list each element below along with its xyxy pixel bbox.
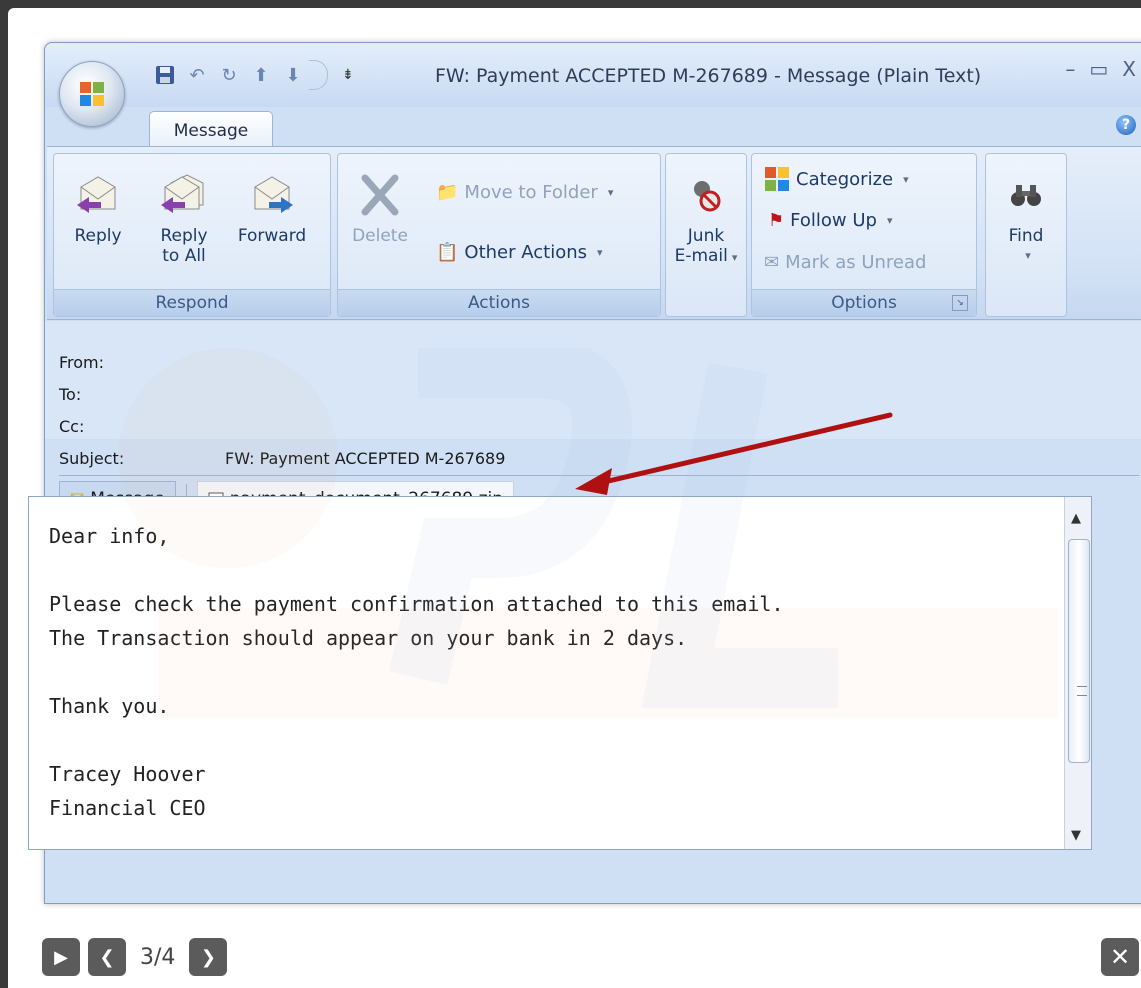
- dialog-launcher-icon[interactable]: ↘: [952, 295, 968, 311]
- chevron-down-icon: ▾: [903, 172, 909, 186]
- to-label: To:: [59, 385, 82, 404]
- window-controls: – ▭ X: [1065, 57, 1136, 81]
- minimize-button[interactable]: –: [1065, 57, 1075, 81]
- play-button[interactable]: ▶: [42, 938, 80, 976]
- chevron-down-icon: ▾: [597, 246, 603, 259]
- find-label: Find: [1008, 226, 1044, 246]
- subject-label: Subject:: [59, 449, 125, 468]
- image-counter: 3/4: [140, 944, 176, 970]
- office-logo-icon: [80, 82, 104, 106]
- title-bar: ↶ ↻ ⬆ ⬇ ⇟ FW: Payment ACCEPTED M-267689 …: [45, 43, 1141, 107]
- message-body-pane[interactable]: Dear info, Please check the payment conf…: [28, 496, 1092, 850]
- office-button[interactable]: [59, 61, 125, 127]
- qat-end-cap: [309, 60, 328, 90]
- scrollbar-thumb[interactable]: [1068, 539, 1090, 763]
- actions-group-label: Actions: [338, 289, 660, 316]
- undo-icon[interactable]: ↶: [185, 63, 209, 87]
- redo-icon[interactable]: ↻: [217, 63, 241, 87]
- ribbon-tab-row: Message ?: [45, 107, 1141, 150]
- help-icon[interactable]: ?: [1116, 115, 1136, 135]
- message-body-text: Dear info, Please check the payment conf…: [49, 524, 784, 820]
- tab-message[interactable]: Message: [149, 111, 273, 150]
- forward-button[interactable]: Forward: [232, 164, 312, 246]
- junk-email-button[interactable]: Junk E-mail ▾: [666, 164, 746, 268]
- reply-all-button[interactable]: Reply to All: [144, 164, 224, 266]
- other-actions-icon: 📋: [436, 242, 459, 263]
- reply-all-icon: [161, 174, 204, 213]
- header-divider: [59, 475, 1139, 476]
- chevron-down-icon: ▾: [886, 214, 893, 227]
- move-to-folder-icon: 📁: [436, 182, 459, 203]
- categorize-icon: [765, 167, 789, 191]
- binoculars-icon: [1011, 185, 1041, 206]
- window-title: FW: Payment ACCEPTED M-267689 - Message …: [435, 65, 982, 87]
- close-window-button[interactable]: X: [1122, 57, 1136, 81]
- lightbox-frame: ↶ ↻ ⬆ ⬇ ⇟ FW: Payment ACCEPTED M-267689 …: [8, 8, 1141, 988]
- mark-as-unread-button[interactable]: ✉ Mark as Unread: [764, 252, 926, 273]
- cc-label: Cc:: [59, 417, 85, 436]
- respond-group-label: Respond: [54, 289, 330, 316]
- chevron-down-icon: ▾: [731, 251, 738, 264]
- actions-group: Delete 📁 Move to Folder ▾ 📋 Other Action…: [337, 153, 661, 317]
- respond-group: Reply Reply to All Forward Respond: [53, 153, 331, 317]
- reply-button[interactable]: Reply: [58, 164, 138, 246]
- find-button[interactable]: Find ▾: [986, 164, 1066, 266]
- flag-icon: ⚑: [768, 210, 785, 231]
- subject-value: FW: Payment ACCEPTED M-267689: [225, 449, 506, 468]
- other-actions-button[interactable]: 📋 Other Actions ▾: [436, 242, 603, 263]
- forward-icon: [254, 176, 293, 213]
- find-group: Find ▾: [985, 153, 1067, 317]
- junk-email-icon: [694, 181, 721, 212]
- vertical-scrollbar[interactable]: ▲ ▼: [1064, 497, 1091, 849]
- options-group: Categorize ▾ ⚑ Follow Up ▾ ✉ Mark as Unr…: [751, 153, 977, 317]
- from-label: From:: [59, 353, 105, 372]
- prev-image-button[interactable]: ❮: [88, 938, 126, 976]
- ribbon: Reply Reply to All Forward Respond Delet…: [47, 146, 1141, 320]
- reply-label: Reply: [74, 226, 122, 246]
- scrollbar-grip: [1077, 686, 1087, 696]
- junk-label-line1: Junk: [687, 226, 725, 246]
- next-image-button[interactable]: ❯: [189, 938, 228, 976]
- move-to-folder-button[interactable]: 📁 Move to Folder ▾: [436, 182, 613, 203]
- maximize-button[interactable]: ▭: [1089, 57, 1108, 81]
- previous-item-icon[interactable]: ⬆: [249, 63, 273, 87]
- customize-qat-icon[interactable]: ⇟: [342, 67, 354, 83]
- quick-access-toolbar: ↶ ↻ ⬆ ⬇ ⇟: [153, 60, 354, 90]
- categorize-button[interactable]: Categorize ▾: [764, 166, 909, 192]
- lightbox-nav: ▶ ❮ 3/4 ❯: [42, 938, 228, 976]
- scroll-up-icon[interactable]: ▲: [1071, 511, 1081, 526]
- delete-button[interactable]: Delete: [340, 164, 420, 246]
- delete-icon: [361, 174, 399, 216]
- junk-label-line2: E-mail ▾: [674, 246, 738, 266]
- forward-label: Forward: [237, 226, 307, 246]
- save-icon[interactable]: [153, 63, 177, 87]
- move-to-folder-label: Move to Folder: [464, 182, 598, 203]
- reply-icon: [77, 176, 116, 213]
- message-header: From: To: Cc: Subject: FW: Payment ACCEP…: [45, 321, 1141, 517]
- mark-as-unread-label: Mark as Unread: [785, 252, 927, 273]
- follow-up-button[interactable]: ⚑ Follow Up ▾: [768, 210, 892, 231]
- close-lightbox-button[interactable]: ✕: [1101, 938, 1139, 976]
- delete-label: Delete: [352, 226, 408, 246]
- reply-all-label-line1: Reply: [160, 226, 208, 246]
- scroll-down-icon[interactable]: ▼: [1071, 828, 1081, 843]
- junk-group: Junk E-mail ▾: [665, 153, 747, 317]
- other-actions-label: Other Actions: [464, 242, 588, 263]
- follow-up-label: Follow Up: [790, 210, 877, 231]
- options-group-label: Options: [752, 289, 976, 316]
- reply-all-label-line2: to All: [162, 246, 206, 266]
- next-item-icon[interactable]: ⬇: [281, 63, 305, 87]
- chevron-down-icon: ▾: [1025, 249, 1031, 262]
- envelope-icon: ✉: [764, 252, 780, 273]
- categorize-label: Categorize: [796, 168, 894, 190]
- chevron-down-icon: ▾: [607, 186, 614, 199]
